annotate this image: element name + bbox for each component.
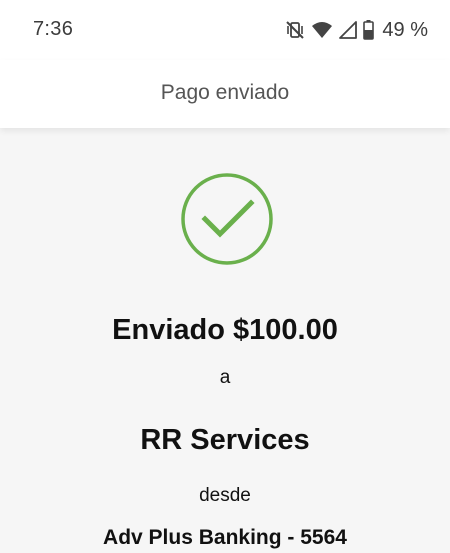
from-label: desde [199,485,251,506]
status-time: 7:36 [33,18,74,40]
signal-icon [339,21,358,39]
sent-amount: Enviado $100.00 [112,314,338,346]
app-header: Pago enviado [0,60,450,128]
wifi-icon [311,21,333,39]
source-account: Adv Plus Banking - 5564 [103,526,347,549]
confirmation-panel: Enviado $100.00 a RR Services desde Adv … [0,128,450,553]
status-icons: 49 % [285,19,428,41]
status-bar: 7:36 49 % [0,0,450,60]
battery-percentage: 49 % [382,18,428,41]
to-label: a [219,367,231,388]
page-title: Pago enviado [160,81,290,104]
vibrate-off-icon [285,20,305,40]
payment-sent-screen: 7:36 49 % Pago enviado Enviado $100.00 a… [0,0,450,553]
checkmark-circle-icon [181,173,273,265]
recipient-name: RR Services [140,424,310,456]
battery-icon [363,20,375,40]
